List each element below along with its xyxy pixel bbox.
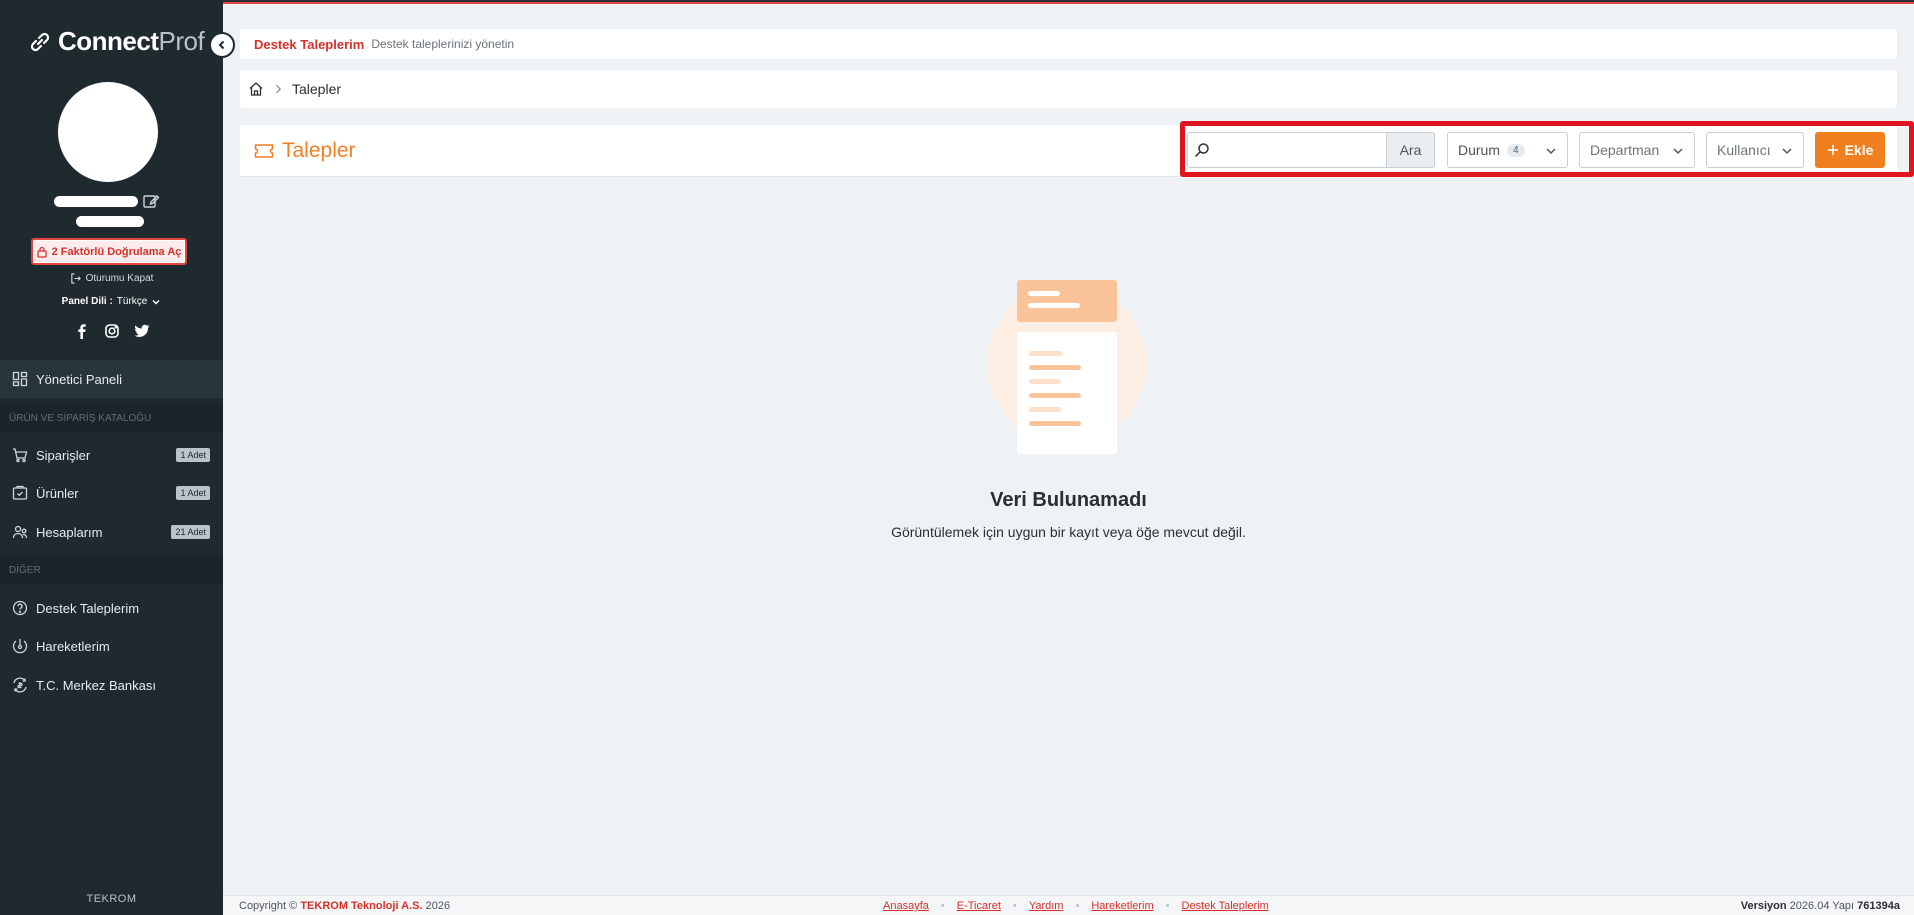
count-badge: 21 Adet [171,525,210,539]
copyright-prefix: Copyright © [239,900,298,912]
sidebar-item-orders[interactable]: Siparişler 1 Adet [0,436,223,474]
sidebar-item-label: Hareketlerim [36,638,110,654]
logout-icon [70,273,81,284]
empty-state-subtitle: Görüntülemek için uygun bir kayıt veya ö… [891,524,1246,540]
sidebar-item-activity[interactable]: Hareketlerim [0,627,223,665]
footer-link-support[interactable]: Destek Taleplerim [1182,900,1269,912]
user-name-redacted [54,196,138,207]
footer: Copyright © TEKROM Teknoloji A.S. 2026 A… [223,895,1914,915]
language-label: Panel Dili : [61,296,113,307]
sidebar-item-label: Ürünler [36,485,79,501]
footer-link-activity[interactable]: Hareketlerim [1091,900,1153,912]
copyright-company[interactable]: TEKROM Teknoloji A.S. [300,900,422,912]
user-role-redacted [76,216,144,227]
twitter-icon[interactable] [133,323,150,339]
separator-dot: • [1012,900,1017,912]
language-selector[interactable]: Panel Dili : Türkçe [0,296,223,307]
version-label: Versiyon [1740,900,1787,912]
separator-dot: • [940,900,945,912]
page-header: Destek Taleplerim Destek taleplerinizi y… [240,29,1897,59]
top-accent-line [223,0,1914,4]
edit-profile-icon[interactable] [142,192,160,210]
currency-exchange-icon [13,677,27,693]
sidebar-section-catalog: ÜRÜN VE SİPARİŞ KATALOĞU [0,403,223,433]
product-box-icon [12,485,28,500]
empty-document-illustration [987,280,1147,454]
logout-link[interactable]: Oturumu Kapat [0,273,223,284]
chevron-right-icon [276,84,281,94]
chevron-left-icon [218,40,225,50]
footer-link-ecommerce[interactable]: E-Ticaret [957,900,1001,912]
sidebar-item-label: Yönetici Paneli [36,371,122,387]
social-links [0,323,223,339]
enable-2fa-label: 2 Faktörlü Doğrulama Aç [51,245,182,258]
help-circle-icon [12,600,28,616]
activity-icon [12,639,28,654]
separator-dot: • [1075,900,1080,912]
toolbar-highlight-box [1180,121,1914,177]
chevron-down-icon [152,299,160,304]
build-number: 761394a [1857,900,1900,912]
brand-bold: Connect [58,26,159,56]
enable-2fa-button[interactable]: 2 Faktörlü Doğrulama Aç [31,238,187,265]
sidebar-item-central-bank[interactable]: T.C. Merkez Bankası [0,666,223,704]
sidebar-item-dashboard[interactable]: Yönetici Paneli [0,360,223,398]
version-number: 2026.04 [1789,900,1830,912]
breadcrumb: Talepler [240,70,1897,108]
footer-brand: TEKROM [86,893,137,905]
page-title: Destek Taleplerim [254,36,365,52]
sidebar-item-support[interactable]: Destek Taleplerim [0,589,223,627]
cart-icon [13,448,28,463]
sidebar-item-products[interactable]: Ürünler 1 Adet [0,474,223,512]
avatar[interactable] [58,82,158,182]
users-icon [12,525,28,539]
logout-label: Oturumu Kapat [85,273,154,284]
sidebar-section-other: DİĞER [0,555,223,585]
sidebar-item-accounts[interactable]: Hesaplarım 21 Adet [0,513,223,551]
panel-title-text: Talepler [282,139,356,162]
home-icon[interactable] [248,81,264,97]
sidebar-collapse-button[interactable] [209,32,235,58]
version-info: Versiyon 2026.04 Yapı 761394a [1741,900,1900,912]
brand-logo[interactable]: ConnectProf [28,26,205,57]
ticket-icon [254,144,274,158]
sidebar-item-label: T.C. Merkez Bankası [36,677,156,693]
page-subtitle: Destek taleplerinizi yönetin [371,37,515,51]
footer-link-home[interactable]: Anasayfa [883,900,929,912]
copyright-year: 2026 [425,900,451,912]
link-icon [30,32,50,51]
panel-title: Talepler [254,139,356,163]
sidebar-item-label: Siparişler [36,447,91,463]
footer-link-help[interactable]: Yardım [1029,900,1064,912]
sidebar-item-label: Hesaplarım [36,524,103,540]
build-label: Yapı [1832,900,1855,912]
facebook-icon[interactable] [74,323,90,339]
sidebar-item-label: Destek Taleplerim [36,600,140,616]
count-badge: 1 Adet [176,486,210,500]
breadcrumb-current: Talepler [292,81,342,97]
footer-links: Anasayfa • E-Ticaret • Yardım • Hareketl… [883,900,1269,912]
dashboard-grid-icon [12,371,28,387]
empty-state-title: Veri Bulunamadı [990,489,1147,511]
sidebar: ConnectProf 2 Faktörlü Doğrulama Aç Otur… [0,0,223,915]
language-value: Türkçe [116,296,148,307]
brand-light: Prof [158,26,205,56]
count-badge: 1 Adet [176,448,210,462]
lock-icon [36,246,47,258]
copyright: Copyright © TEKROM Teknoloji A.S. 2026 [239,900,450,912]
separator-dot: • [1165,900,1170,912]
instagram-icon[interactable] [104,323,120,339]
